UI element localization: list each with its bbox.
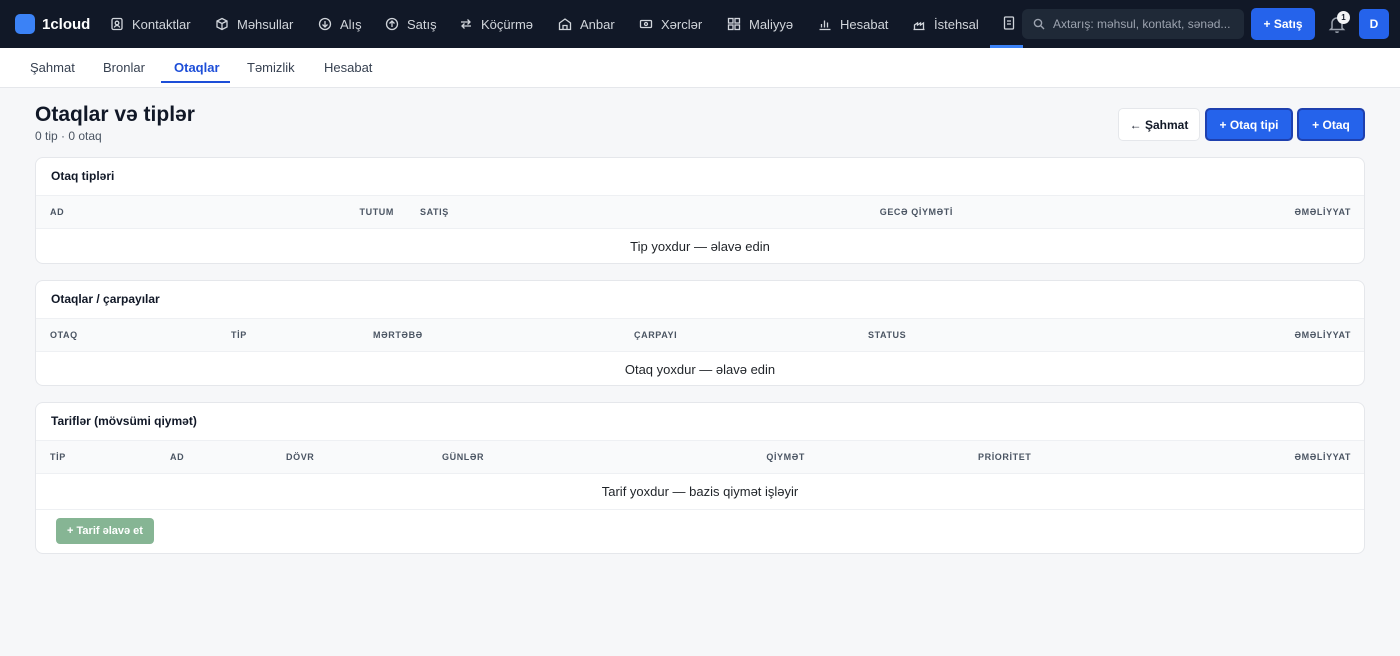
purchase-icon	[318, 17, 332, 31]
back-to-chessboard-button[interactable]: ← Şahmat	[1118, 108, 1200, 141]
nav-item-label: Alış	[340, 16, 362, 32]
column-header: ƏMƏLİYYAT	[1294, 207, 1351, 217]
top-navigation-bar: 1cloud Kontaktlar Məhsullar Alış Satış K…	[0, 0, 1400, 48]
column-header: STATUS	[868, 330, 907, 340]
tariffs-card: Tariflər (mövsümi qiymət) TİP AD DÖVR GÜ…	[35, 402, 1365, 554]
sales-icon	[385, 17, 399, 31]
global-search[interactable]	[1022, 9, 1244, 39]
tab-chessboard[interactable]: Şahmat	[30, 48, 75, 86]
nav-item-contacts[interactable]: Kontaktlar	[110, 13, 191, 35]
active-tab-indicator	[161, 81, 230, 83]
document-icon[interactable]	[1003, 16, 1016, 30]
column-header: DÖVR	[286, 452, 315, 462]
brand-name: 1cloud	[42, 15, 91, 33]
nav-item-expenses[interactable]: Xərclər	[639, 13, 702, 35]
tab-report[interactable]: Hesabat	[324, 48, 372, 86]
column-header: TİP	[231, 330, 247, 340]
add-room-button[interactable]: + Otaq	[1297, 108, 1365, 141]
nav-item-label: Xərclər	[661, 16, 703, 32]
contacts-icon	[111, 17, 123, 31]
user-avatar[interactable]: D	[1359, 9, 1389, 39]
card-title: Otaqlar / çarpayılar	[51, 292, 160, 306]
brand-logo	[15, 14, 35, 34]
nav-item-label: Hesabat	[840, 16, 889, 32]
brand[interactable]: 1cloud	[15, 13, 90, 35]
nav-item-label: Köçürmə	[481, 16, 534, 32]
card-title: Otaq tipləri	[51, 169, 115, 183]
table-header: TİP AD DÖVR GÜNLƏR QİYMƏT PRİORİTET ƏMƏL…	[36, 440, 1364, 474]
expenses-icon	[639, 19, 653, 29]
add-room-type-button[interactable]: + Otaq tipi	[1205, 108, 1293, 141]
empty-state-text: Otaq yoxdur — əlavə edin	[624, 362, 776, 377]
table-header: AD TUTUM SATIŞ GECƏ QİYMƏTİ ƏMƏLİYYAT	[36, 195, 1364, 229]
page-title: Otaqlar və tiplər	[35, 103, 195, 126]
nav-item-label: Məhsullar	[237, 16, 294, 32]
new-sale-button[interactable]: + Satış	[1251, 8, 1315, 40]
nav-item-production[interactable]: İstehsal	[912, 13, 979, 35]
search-input[interactable]	[1053, 17, 1239, 31]
page-subtitle: 0 tip · 0 otaq	[35, 129, 102, 143]
nav-item-transfer[interactable]: Köçürmə	[459, 13, 533, 35]
warehouse-icon	[558, 18, 572, 31]
nav-item-label: Anbar	[580, 16, 615, 32]
table-header: OTAQ TİP MƏRTƏBƏ ÇARPAYI STATUS ƏMƏLİYYA…	[36, 318, 1364, 352]
row-divider	[36, 509, 1364, 510]
column-header: PRİORİTET	[978, 452, 1032, 462]
room-types-card: Otaq tipləri AD TUTUM SATIŞ GECƏ QİYMƏTİ…	[35, 157, 1365, 264]
column-header: TİP	[50, 452, 66, 462]
tab-bookings[interactable]: Bronlar	[103, 48, 145, 86]
notification-count-badge: 1	[1337, 11, 1350, 24]
nav-item-label: Satış	[407, 16, 437, 32]
column-header: MƏRTƏBƏ	[373, 330, 423, 340]
column-header: TUTUM	[359, 207, 394, 217]
nav-item-label: Maliyyə	[749, 16, 794, 32]
column-header: OTAQ	[50, 330, 78, 340]
nav-item-purchase[interactable]: Alış	[318, 13, 362, 35]
add-tariff-button[interactable]: + Tarif əlavə et	[56, 518, 154, 544]
empty-state-text: Tip yoxdur — əlavə edin	[630, 239, 770, 254]
column-header: GÜNLƏR	[442, 452, 485, 462]
nav-item-label: İstehsal	[934, 16, 979, 32]
card-title: Tariflər (mövsümi qiymət)	[51, 414, 197, 428]
column-header: AD	[170, 452, 185, 462]
box-icon	[216, 17, 228, 31]
search-icon	[1033, 18, 1045, 30]
nav-item-finance[interactable]: Maliyyə	[727, 13, 793, 35]
nav-item-reports[interactable]: Hesabat	[818, 13, 888, 35]
nav-item-sales[interactable]: Satış	[385, 13, 437, 35]
sub-navigation: Şahmat Bronlar Otaqlar Təmizlik Hesabat	[0, 48, 1400, 88]
nav-item-label: Kontaktlar	[132, 16, 191, 32]
tab-cleaning[interactable]: Təmizlik	[247, 48, 295, 86]
column-header: ÇARPAYI	[634, 330, 678, 340]
nav-item-warehouse[interactable]: Anbar	[558, 13, 615, 35]
finance-icon	[727, 17, 741, 31]
empty-state-text: Tarif yoxdur — bazis qiymət işləyir	[601, 484, 799, 499]
column-header: SATIŞ	[420, 207, 449, 217]
nav-item-products[interactable]: Məhsullar	[215, 13, 293, 35]
rooms-card: Otaqlar / çarpayılar OTAQ TİP MƏRTƏBƏ ÇA…	[35, 280, 1365, 386]
column-header: QİYMƏT	[766, 452, 805, 462]
bar-chart-icon	[819, 20, 831, 31]
column-header: ƏMƏLİYYAT	[1294, 330, 1351, 340]
production-icon	[913, 21, 925, 31]
column-header: AD	[50, 207, 65, 217]
transfer-icon	[461, 19, 471, 29]
column-header: GECƏ QİYMƏTİ	[879, 207, 953, 217]
column-header: ƏMƏLİYYAT	[1294, 452, 1351, 462]
